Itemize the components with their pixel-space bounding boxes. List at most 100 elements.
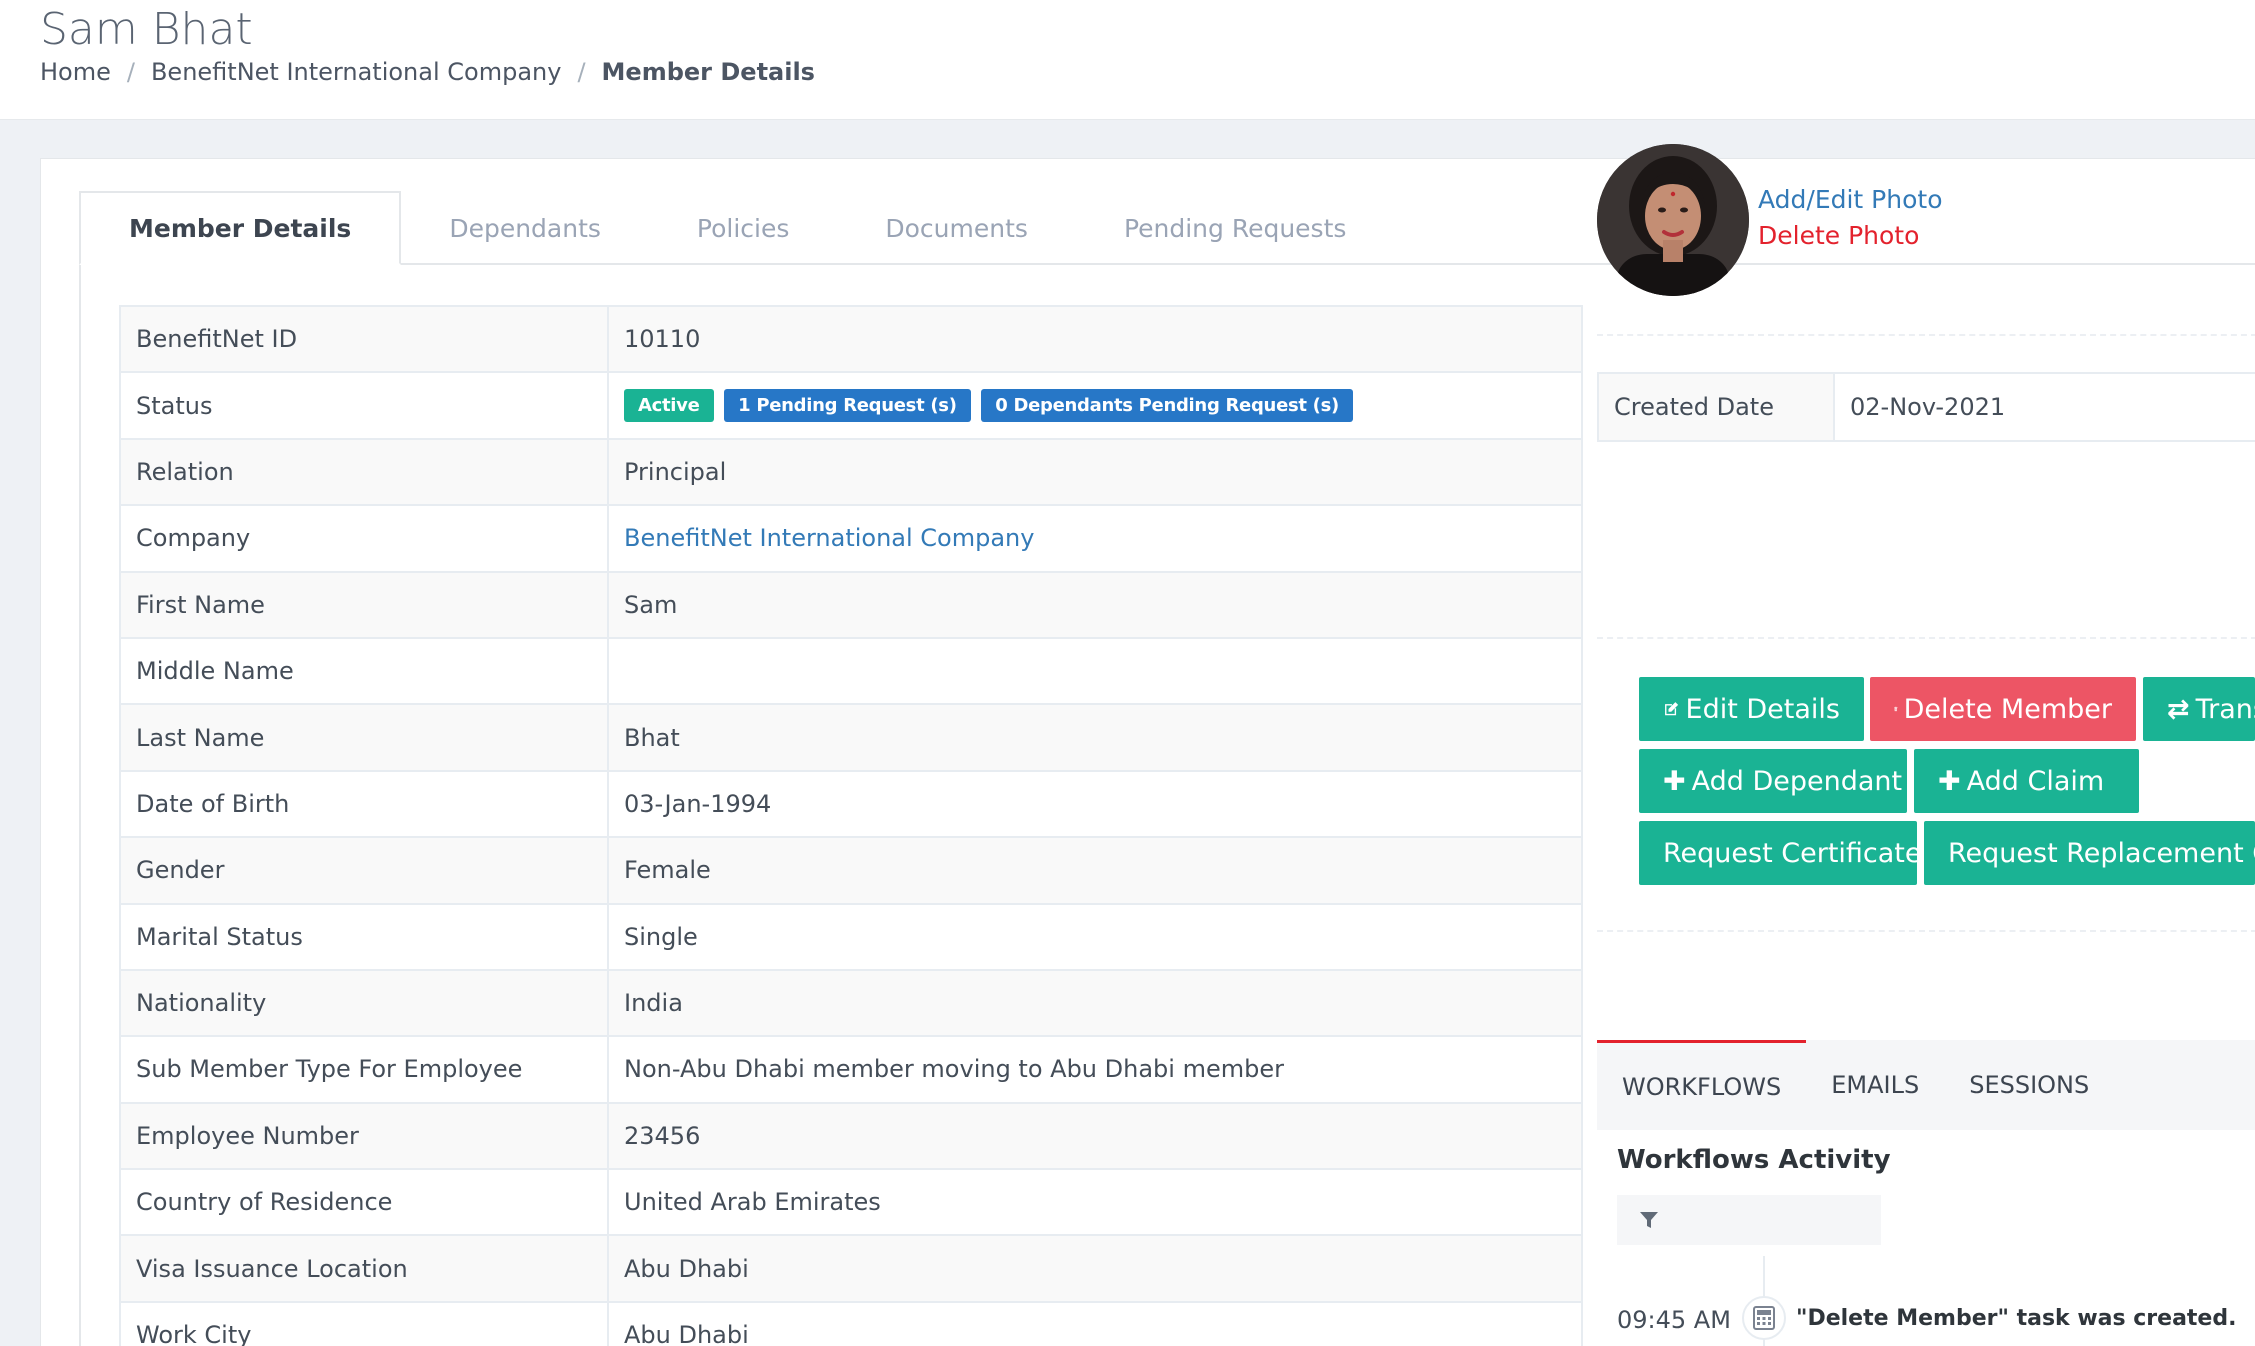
row-value: India <box>607 968 1583 1038</box>
activity-text: "Delete Member" task was created. <box>1796 1306 2237 1331</box>
breadcrumb: Home / BenefitNet International Company … <box>40 58 815 86</box>
table-row: First Name Sam <box>119 570 1583 639</box>
add-dependant-label: Add Dependant <box>1691 765 1903 797</box>
edit-icon <box>1665 702 1679 716</box>
row-label: Date of Birth <box>119 769 609 839</box>
tab-dependants[interactable]: Dependants <box>401 191 649 265</box>
table-row: Relation Principal <box>119 437 1583 507</box>
delete-member-label: Delete Member <box>1903 693 2112 725</box>
row-label: Company <box>119 504 609 573</box>
exchange-icon: ⇄ <box>2167 693 2190 725</box>
request-replacement-label: Request Replacement Ca <box>1948 837 2255 869</box>
breadcrumb-home[interactable]: Home <box>40 58 111 86</box>
tab-policies[interactable]: Policies <box>649 191 837 265</box>
delete-member-button[interactable]: Delete Member <box>1870 677 2136 741</box>
company-link[interactable]: BenefitNet International Company <box>624 524 1034 552</box>
table-row: Gender Female <box>119 836 1583 905</box>
row-value: 03-Jan-1994 <box>607 769 1583 839</box>
tab-emails[interactable]: EMAILS <box>1806 1040 1944 1130</box>
member-avatar <box>1597 144 1749 296</box>
row-label: Visa Issuance Location <box>119 1234 609 1303</box>
row-label: BenefitNet ID <box>119 304 609 374</box>
filter-icon <box>1640 1212 1658 1228</box>
row-label: First Name <box>119 570 609 639</box>
divider <box>1597 637 2255 639</box>
table-row: Date of Birth 03-Jan-1994 <box>119 769 1583 839</box>
tab-workflows[interactable]: WORKFLOWS <box>1597 1040 1807 1130</box>
row-label: Gender <box>119 836 609 905</box>
breadcrumb-current: Member Details <box>601 58 815 86</box>
calculator-icon <box>1742 1296 1786 1340</box>
row-value: Bhat <box>607 703 1583 772</box>
table-row: Created Date 02-Nov-2021 <box>1597 372 2255 442</box>
row-label: Relation <box>119 437 609 507</box>
transfer-label: Trans <box>2195 693 2255 725</box>
transfer-button[interactable]: ⇄ Trans <box>2143 677 2255 741</box>
edit-details-button[interactable]: Edit Details <box>1639 677 1864 741</box>
activity-time: 09:45 AM <box>1617 1306 1731 1334</box>
table-row: Company BenefitNet International Company <box>119 504 1583 573</box>
row-value: Single <box>607 902 1583 971</box>
table-row: Visa Issuance Location Abu Dhabi <box>119 1234 1583 1303</box>
request-certificate-button[interactable]: Request Certificate <box>1639 821 1922 885</box>
add-dependant-button[interactable]: ✚ Add Dependant <box>1639 749 1907 813</box>
add-claim-button[interactable]: ✚ Add Claim <box>1914 749 2139 813</box>
row-label: Employee Number <box>119 1101 609 1171</box>
tab-member-details[interactable]: Member Details <box>79 191 402 265</box>
divider <box>1597 334 2255 336</box>
table-row: BenefitNet ID 10110 <box>119 304 1583 374</box>
status-badge-active: Active <box>624 389 714 423</box>
activity-title: Workflows Activity <box>1617 1145 1891 1175</box>
row-value: United Arab Emirates <box>607 1168 1583 1237</box>
row-value: 10110 <box>607 304 1583 374</box>
row-label: Nationality <box>119 968 609 1038</box>
dependants-pending-badge[interactable]: 0 Dependants Pending Request (s) <box>981 389 1353 423</box>
row-label: Status <box>119 371 609 440</box>
tab-pending-requests[interactable]: Pending Requests <box>1076 191 1394 265</box>
divider <box>1597 930 2255 932</box>
breadcrumb-separator: / <box>577 58 586 86</box>
tab-sessions[interactable]: SESSIONS <box>1944 1040 2114 1130</box>
created-date-value: 02-Nov-2021 <box>1833 372 2255 442</box>
trash-icon <box>1894 706 1898 712</box>
created-date-label: Created Date <box>1597 372 1835 442</box>
row-label: Last Name <box>119 703 609 772</box>
table-row: Work City Abu Dhabi <box>119 1300 1583 1346</box>
table-row: Status Active 1 Pending Request (s) 0 De… <box>119 371 1583 440</box>
breadcrumb-separator: / <box>126 58 135 86</box>
status-cell: Active 1 Pending Request (s) 0 Dependant… <box>607 371 1583 440</box>
row-value: Abu Dhabi <box>607 1300 1583 1346</box>
table-row: Last Name Bhat <box>119 703 1583 772</box>
page-header: Sam Bhat Home / BenefitNet International… <box>0 0 2255 120</box>
table-row: Nationality India <box>119 968 1583 1038</box>
row-value: 23456 <box>607 1101 1583 1171</box>
table-row: Middle Name <box>119 636 1583 706</box>
add-claim-label: Add Claim <box>1966 765 2105 797</box>
breadcrumb-company[interactable]: BenefitNet International Company <box>151 58 561 86</box>
table-row: Marital Status Single <box>119 902 1583 971</box>
pending-request-badge[interactable]: 1 Pending Request (s) <box>724 389 971 423</box>
row-label: Work City <box>119 1300 609 1346</box>
activity-filter[interactable] <box>1617 1195 1881 1245</box>
created-date-table: Created Date 02-Nov-2021 <box>1597 372 2255 442</box>
delete-photo-link[interactable]: Delete Photo <box>1758 218 1943 254</box>
page-title: Sam Bhat <box>40 4 253 55</box>
photo-actions: Add/Edit Photo Delete Photo <box>1758 182 1943 254</box>
row-value: Non-Abu Dhabi member moving to Abu Dhabi… <box>607 1035 1583 1104</box>
company-cell: BenefitNet International Company <box>607 504 1583 573</box>
tab-documents[interactable]: Documents <box>837 191 1076 265</box>
add-edit-photo-link[interactable]: Add/Edit Photo <box>1758 182 1943 218</box>
table-row: Sub Member Type For Employee Non-Abu Dha… <box>119 1035 1583 1104</box>
row-value: Female <box>607 836 1583 905</box>
request-certificate-label: Request Certificate <box>1663 837 1922 869</box>
row-label: Sub Member Type For Employee <box>119 1035 609 1104</box>
row-label: Marital Status <box>119 902 609 971</box>
activity-tabs: WORKFLOWS EMAILS SESSIONS <box>1597 1040 2255 1130</box>
row-value: Sam <box>607 570 1583 639</box>
avatar-portrait-icon <box>1597 144 1749 296</box>
edit-details-label: Edit Details <box>1685 693 1840 725</box>
row-label: Middle Name <box>119 636 609 706</box>
plus-icon: ✚ <box>1663 765 1686 797</box>
table-row: Employee Number 23456 <box>119 1101 1583 1171</box>
request-replacement-card-button[interactable]: Request Replacement Ca <box>1924 821 2255 885</box>
